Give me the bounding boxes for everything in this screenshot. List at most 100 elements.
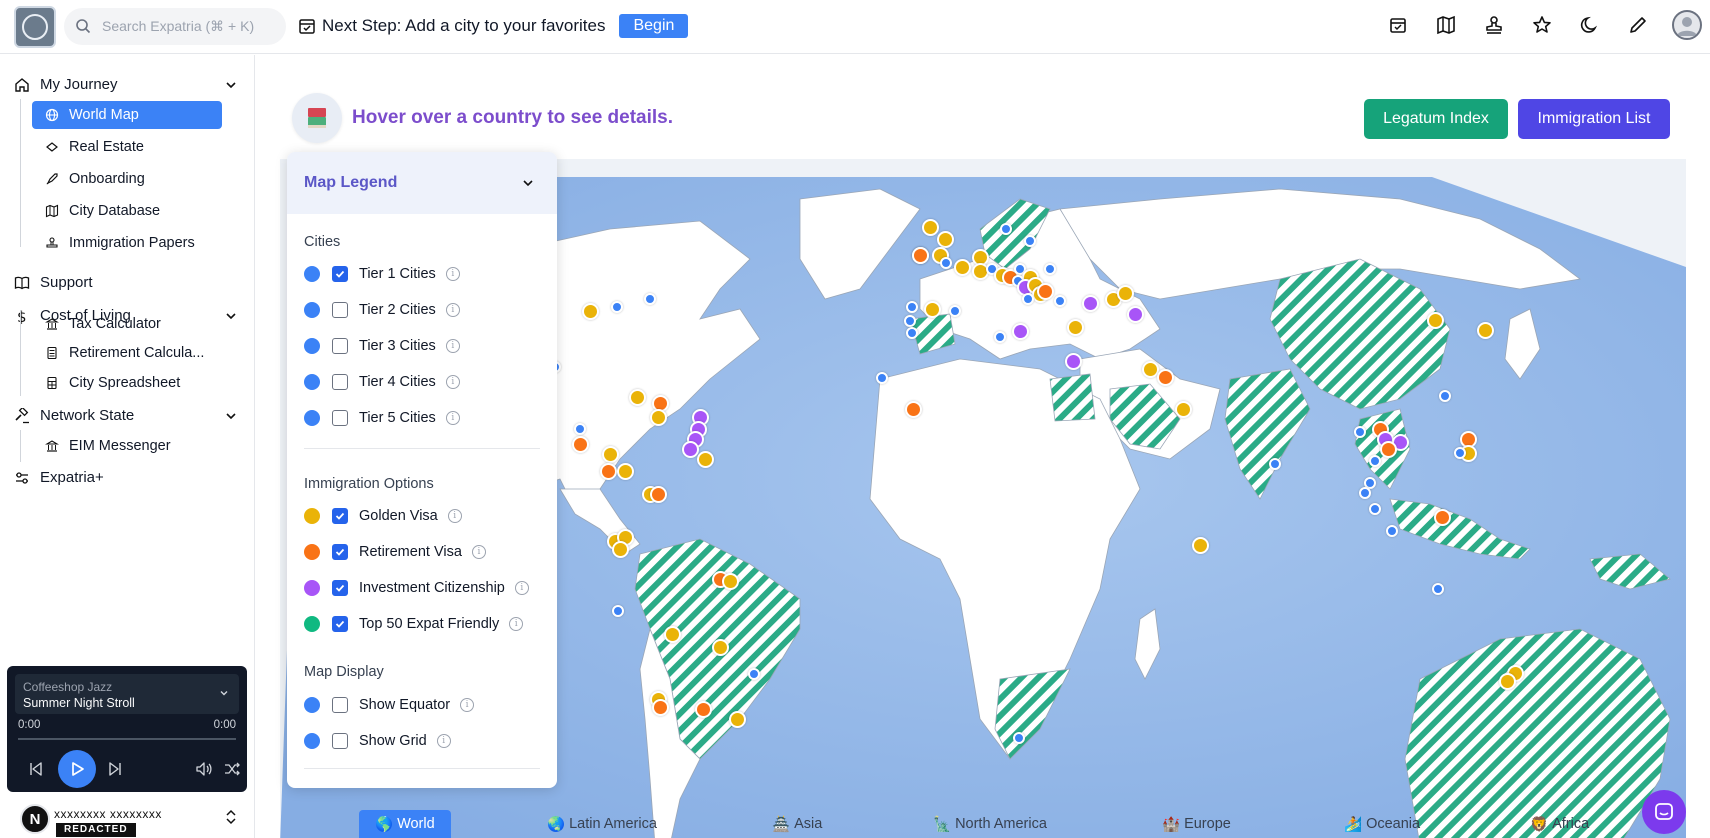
progress-bar[interactable] <box>18 738 236 740</box>
city-marker[interactable] <box>1439 390 1451 402</box>
info-icon[interactable]: i <box>509 617 524 631</box>
city-marker[interactable] <box>748 668 760 680</box>
stamp-icon[interactable] <box>1480 11 1508 39</box>
legend-row-tier-4[interactable]: Tier 4 Cities i <box>304 374 460 390</box>
account-switcher[interactable]: N xxxxxxxx xxxxxxxx REDACTED <box>14 804 244 837</box>
tab-africa[interactable]: 🦁 Africa <box>1530 810 1589 838</box>
city-marker[interactable] <box>921 218 939 236</box>
city-marker[interactable] <box>1191 536 1209 554</box>
legend-row-golden-visa[interactable]: Golden Visa i <box>304 508 462 524</box>
city-marker[interactable] <box>1359 487 1371 499</box>
star-icon[interactable] <box>1528 11 1556 39</box>
city-marker[interactable] <box>1066 318 1084 336</box>
top-50-expat-checkbox[interactable] <box>332 616 348 632</box>
moon-icon[interactable] <box>1576 11 1604 39</box>
begin-button[interactable]: Begin <box>619 14 689 38</box>
legend-row-tier-3[interactable]: Tier 3 Cities i <box>304 338 460 354</box>
city-marker[interactable] <box>1426 311 1444 329</box>
city-marker[interactable] <box>1379 440 1397 458</box>
city-marker[interactable] <box>599 462 617 480</box>
city-marker[interactable] <box>936 230 954 248</box>
city-marker[interactable] <box>1141 360 1159 378</box>
tier-3-checkbox[interactable] <box>332 338 348 354</box>
city-marker[interactable] <box>1433 508 1451 526</box>
city-marker[interactable] <box>949 305 961 317</box>
info-icon[interactable]: i <box>445 411 460 425</box>
info-icon[interactable]: i <box>445 267 460 281</box>
city-marker[interactable] <box>1354 426 1366 438</box>
info-icon[interactable]: i <box>471 545 486 559</box>
city-marker[interactable] <box>1369 503 1381 515</box>
city-marker[interactable] <box>994 331 1006 343</box>
city-marker[interactable] <box>571 435 589 453</box>
city-marker[interactable] <box>681 440 699 458</box>
city-marker[interactable] <box>1044 263 1056 275</box>
golden-visa-checkbox[interactable] <box>332 508 348 524</box>
info-icon[interactable]: i <box>445 375 460 389</box>
city-marker[interactable] <box>1386 525 1398 537</box>
city-marker[interactable] <box>1024 235 1036 247</box>
city-marker[interactable] <box>601 445 619 463</box>
skip-forward-icon[interactable] <box>107 761 123 777</box>
retirement-visa-checkbox[interactable] <box>332 544 348 560</box>
legend-header[interactable]: Map Legend <box>287 152 557 214</box>
skip-back-icon[interactable] <box>28 761 44 777</box>
info-icon[interactable]: i <box>445 303 460 317</box>
immigration-list-button[interactable]: Immigration List <box>1518 99 1670 139</box>
tier-2-checkbox[interactable] <box>332 302 348 318</box>
chevron-down-icon[interactable] <box>224 78 238 92</box>
city-marker[interactable] <box>616 462 634 480</box>
city-marker[interactable] <box>612 605 624 617</box>
tab-oceania[interactable]: 🏄 Oceania <box>1344 810 1420 838</box>
legatum-index-button[interactable]: Legatum Index <box>1364 99 1508 139</box>
nav-section-my-journey[interactable]: My Journey <box>14 76 238 93</box>
user-avatar-icon[interactable] <box>1672 10 1702 40</box>
tier-4-checkbox[interactable] <box>332 374 348 390</box>
city-marker[interactable] <box>628 388 646 406</box>
legend-row-tier-1[interactable]: Tier 1 Cities i <box>304 266 460 282</box>
city-marker[interactable] <box>911 246 929 264</box>
map-icon[interactable] <box>1432 11 1460 39</box>
volume-icon[interactable] <box>195 760 213 778</box>
sidebar-item-immigration-papers[interactable]: Immigration Papers <box>32 229 222 257</box>
city-marker[interactable] <box>581 302 599 320</box>
show-equator-checkbox[interactable] <box>332 697 348 713</box>
city-marker[interactable] <box>904 400 922 418</box>
tab-north-america[interactable]: 🗽 North America <box>933 810 1047 838</box>
city-marker[interactable] <box>953 258 971 276</box>
city-marker[interactable] <box>1013 732 1025 744</box>
tier-1-checkbox[interactable] <box>332 266 348 282</box>
city-marker[interactable] <box>1498 672 1516 690</box>
city-marker[interactable] <box>904 315 916 327</box>
tab-latin-america[interactable]: 🌏 Latin America <box>547 810 657 838</box>
tab-europe[interactable]: 🏰 Europe <box>1162 810 1231 838</box>
city-marker[interactable] <box>923 300 941 318</box>
city-marker[interactable] <box>940 257 952 269</box>
calendar-icon[interactable] <box>1384 11 1412 39</box>
city-marker[interactable] <box>1011 322 1029 340</box>
sidebar-item-onboarding[interactable]: Onboarding <box>32 165 222 193</box>
sidebar-item-retirement-calculator[interactable]: Retirement Calcula... <box>32 339 222 367</box>
city-marker[interactable] <box>906 301 918 313</box>
city-marker[interactable] <box>694 700 712 718</box>
show-grid-checkbox[interactable] <box>332 733 348 749</box>
investment-citizenship-checkbox[interactable] <box>332 580 348 596</box>
chevron-down-icon[interactable] <box>521 176 535 190</box>
city-marker[interactable] <box>1064 352 1082 370</box>
search-input[interactable]: Search Expatria (⌘ + K) <box>64 8 286 45</box>
city-marker[interactable] <box>1156 368 1174 386</box>
playlist-selector[interactable]: Coffeeshop Jazz Summer Night Stroll <box>15 674 239 714</box>
city-marker[interactable] <box>1454 447 1466 459</box>
city-marker[interactable] <box>649 408 667 426</box>
city-marker[interactable] <box>906 327 918 339</box>
play-button[interactable] <box>58 750 96 788</box>
city-marker[interactable] <box>1054 295 1066 307</box>
legend-row-show-equator[interactable]: Show Equator i <box>304 697 475 713</box>
sidebar-item-world-map[interactable]: World Map <box>32 101 222 129</box>
nav-section-network-state[interactable]: Network State <box>14 407 238 424</box>
city-marker[interactable] <box>574 423 586 435</box>
city-marker[interactable] <box>711 638 729 656</box>
info-icon[interactable]: i <box>460 698 475 712</box>
city-marker[interactable] <box>1269 458 1281 470</box>
app-logo[interactable] <box>14 6 56 48</box>
